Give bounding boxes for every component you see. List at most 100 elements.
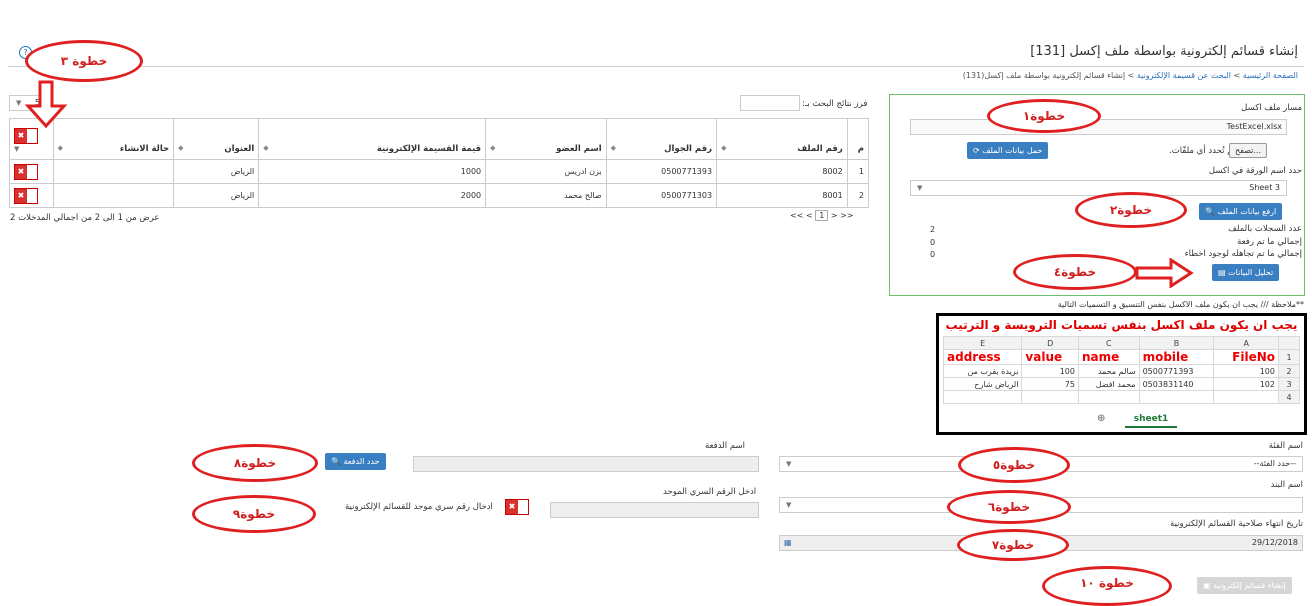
- cell-voucher-value: 2000: [258, 183, 487, 208]
- ignored-total-value: 0: [930, 250, 936, 259]
- col-header-member-name[interactable]: اسم العضو ◆: [485, 118, 607, 160]
- breadcrumb-home[interactable]: الصفحة الرئيسية: [1243, 71, 1298, 80]
- format-note: **ملاحظة /// يجب ان يكون ملف الاكسل بنفس…: [1057, 300, 1304, 309]
- create-vouchers-label: إنشاء قسائم إلكترونية: [1213, 581, 1286, 590]
- cell-voucher-value: 1000: [258, 159, 487, 184]
- chevron-down-icon: ▼: [917, 184, 923, 192]
- pin-toggle-label: ادخال رقم سري موحد للقسائم الإلكترونية: [345, 502, 493, 512]
- chevron-down-icon: ▼: [14, 145, 20, 153]
- table-row: 1 8002 0500771393 يزن ادريس 1000 الرياض …: [9, 159, 870, 184]
- sort-icon: ◆: [721, 144, 727, 152]
- select-all-toggle[interactable]: ✖: [14, 128, 38, 144]
- excel-row: بريدة بقرب من 100 سالم محمد 0500771393 1…: [942, 364, 1300, 378]
- cell-file-no: 8001: [716, 183, 848, 208]
- expiry-date-value: 29/12/2018: [1251, 538, 1298, 547]
- calendar-icon[interactable]: ▦: [784, 538, 792, 547]
- excel-sheet-tab: sheet1: [1125, 412, 1177, 428]
- pager-current[interactable]: 1: [815, 210, 829, 221]
- close-icon: ✖: [15, 164, 27, 179]
- uploaded-total-label: إجمالي ما تم رفعة: [1237, 237, 1302, 247]
- sort-icon: ◆: [263, 144, 269, 152]
- excel-sample-header: يجب ان يكون ملف اكسل بنفس تسميات الترويس…: [945, 318, 1298, 332]
- search-filter-input[interactable]: [740, 95, 800, 111]
- excel-sample-image: يجب ان يكون ملف اكسل بنفس تسميات الترويس…: [936, 313, 1307, 435]
- pin-label: ادخل الرقم السري الموحد: [663, 487, 757, 497]
- search-filter-label: فرز نتائج البحث بـ:: [802, 99, 868, 109]
- pager-last[interactable]: >>: [840, 211, 853, 220]
- col-header-index[interactable]: م: [846, 118, 870, 160]
- step9-annotation: خطوة٩: [192, 495, 316, 533]
- col-header-file-no[interactable]: رقم الملف ◆: [716, 118, 848, 160]
- sheet-label: حدد اسم الورقة في اكسل: [1208, 166, 1302, 176]
- pin-toggle-switch[interactable]: ✖: [505, 499, 529, 515]
- file-path-label: مسار ملف اكسل: [1241, 103, 1302, 113]
- cell-row-toggle[interactable]: ✖: [9, 159, 54, 184]
- sheet-select[interactable]: ▼ Sheet 3: [910, 180, 1287, 196]
- batch-input[interactable]: [413, 456, 759, 472]
- load-file-button[interactable]: ⟳ حمل بيانات الملف: [967, 142, 1049, 159]
- cell-index: 1: [846, 159, 870, 184]
- chevron-down-icon: ▼: [786, 460, 792, 468]
- add-sheet-icon: ⊕: [1097, 413, 1106, 424]
- step6-annotation: خطوة٦: [947, 490, 1071, 524]
- grid-summary: عرض من 1 الى 2 من اجمالي المدخلات 2: [10, 213, 160, 223]
- excel-col-b: B: [1138, 336, 1215, 350]
- batch-label: اسم الدفعة: [705, 441, 745, 451]
- excel-col-e: E: [942, 336, 1023, 350]
- excel-sample-grid: E D C B A address value name mobile File…: [942, 336, 1300, 404]
- breadcrumb: الصفحة الرئيسية > البحث عن قسيمة الإلكتر…: [963, 71, 1298, 80]
- ignored-total-label: إجمالي ما تم تجاهله لوجود اخطاء: [1184, 249, 1302, 259]
- sort-icon: ◆: [490, 144, 496, 152]
- excel-row: الرياض شارح 75 محمد افضل 0503831140 102 …: [942, 377, 1300, 391]
- select-batch-button[interactable]: 🔍 حدد الدفعة: [325, 453, 386, 470]
- pager-prev[interactable]: <: [806, 211, 813, 220]
- pager-first[interactable]: <<: [790, 211, 803, 220]
- excel-col-a: A: [1213, 336, 1279, 350]
- cell-status: [52, 159, 175, 184]
- col-header-address[interactable]: العنوان ◆: [173, 118, 260, 160]
- item-label: اسم البند: [1270, 480, 1303, 490]
- close-icon: ✖: [15, 129, 27, 143]
- breadcrumb-separator: >: [1233, 71, 1241, 80]
- excel-col-c: C: [1077, 336, 1140, 350]
- sort-icon: ◆: [610, 144, 617, 152]
- breadcrumb-search[interactable]: البحث عن قسيمة الإلكترونية: [1137, 71, 1231, 80]
- pager-next[interactable]: >: [831, 211, 838, 220]
- row-toggle[interactable]: ✖: [14, 163, 38, 180]
- breadcrumb-current: إنشاء قسائم إلكترونية بواسطة ملف إكسل(13…: [962, 71, 1126, 80]
- excel-corner: [1278, 336, 1300, 350]
- close-icon: ✖: [506, 500, 518, 514]
- title-divider: [8, 66, 1304, 67]
- pin-toggle[interactable]: ✖: [505, 499, 529, 515]
- refresh-icon: ⟳: [973, 146, 983, 155]
- page-title: إنشاء قسائم إلكترونية بواسطة ملف إكسل [1…: [1030, 44, 1298, 59]
- cell-index: 2: [846, 183, 870, 208]
- col-header-mobile[interactable]: رقم الجوال ◆: [605, 118, 718, 160]
- excel-col-d: D: [1021, 336, 1079, 350]
- sheet-select-value: Sheet 3: [1249, 183, 1280, 192]
- analyze-data-button[interactable]: ▤ تحليل البيانات: [1212, 264, 1280, 281]
- pin-input[interactable]: [550, 502, 759, 518]
- records-count-value: 2: [930, 225, 936, 234]
- browse-button[interactable]: تصفح...: [1229, 143, 1268, 158]
- sort-icon: ◆: [178, 144, 184, 152]
- vouchers-table: م رقم الملف ◆ رقم الجوال ◆ اسم العضو ◆ قيمة…: [9, 118, 870, 208]
- uploaded-total-value: 0: [930, 238, 936, 247]
- analyze-icon: ▤: [1218, 268, 1229, 277]
- cell-row-toggle[interactable]: ✖: [9, 183, 54, 208]
- step8-annotation: خطوة٨: [192, 444, 318, 482]
- cell-file-no: 8002: [716, 159, 848, 184]
- cell-member-name: يزن ادريس: [485, 159, 607, 184]
- step4-annotation: خطوة٤: [1013, 254, 1137, 290]
- cell-address: الرياض: [173, 183, 260, 208]
- col-header-voucher-value[interactable]: قيمة القسيمة الإلكترونية ◆: [258, 118, 487, 160]
- cell-address: الرياض: [173, 159, 260, 184]
- search-icon: 🔍: [331, 457, 344, 466]
- create-vouchers-button[interactable]: ▣ إنشاء قسائم إلكترونية: [1197, 577, 1292, 594]
- step3-annotation: خطوة ٣: [25, 40, 143, 82]
- select-batch-label: حدد الدفعة: [343, 457, 380, 466]
- row-toggle[interactable]: ✖: [14, 187, 38, 204]
- file-path-input[interactable]: TestExcel.xlsx: [910, 119, 1287, 135]
- upload-file-label: ارفع بيانات الملف: [1217, 207, 1277, 216]
- upload-file-button[interactable]: 🔍 ارفع بيانات الملف: [1199, 203, 1283, 220]
